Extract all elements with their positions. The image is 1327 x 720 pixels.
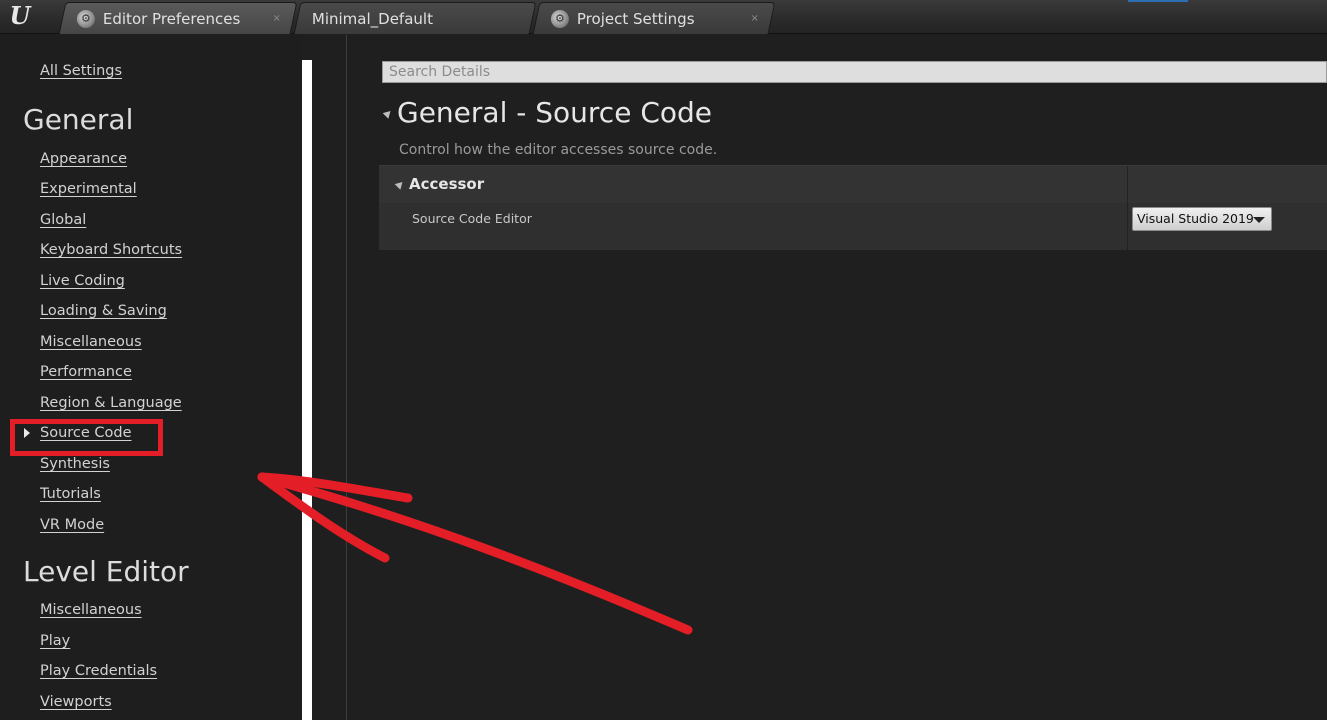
splitter[interactable] (312, 35, 347, 720)
tabbar-accent (1128, 0, 1188, 2)
sidebar-item-synthesis[interactable]: Synthesis (40, 456, 110, 472)
group-title: Accessor (409, 175, 485, 193)
page-title: General - Source Code (397, 96, 712, 129)
sidebar-item-appearance[interactable]: Appearance (40, 151, 127, 167)
close-icon[interactable]: × (273, 13, 281, 24)
property-row: Source Code Editor Visual Studio 2019 (379, 203, 1327, 250)
tab-label: Project Settings (576, 9, 695, 28)
sidebar-item-play[interactable]: Play (40, 633, 70, 649)
accessor-group: Accessor Source Code Editor Visual Studi… (379, 165, 1327, 250)
general-heading: General (23, 103, 134, 136)
panel-divider (346, 35, 347, 720)
search-input[interactable]: Search Details (382, 61, 1327, 83)
sidebar-item-level-miscellaneous[interactable]: Miscellaneous (40, 602, 142, 618)
tab-minimal-default[interactable]: Minimal_Default (293, 2, 537, 34)
dropdown-value: Visual Studio 2019 (1137, 211, 1254, 226)
tab-editor-preferences[interactable]: ⚙ Editor Preferences × (58, 2, 298, 34)
sidebar-item-viewports[interactable]: Viewports (40, 694, 112, 710)
editor-preferences-window: U ⚙ Editor Preferences × Minimal_Default… (0, 0, 1327, 720)
tab-label: Minimal_Default (311, 9, 433, 28)
all-settings-link[interactable]: All Settings (40, 63, 122, 79)
accessor-group-header[interactable]: Accessor (379, 166, 1327, 203)
tab-bar: U ⚙ Editor Preferences × Minimal_Default… (0, 0, 1327, 34)
editor-preferences-icon: ⚙ (76, 9, 95, 28)
sidebar-item-loading-saving[interactable]: Loading & Saving (40, 303, 167, 319)
property-label: Source Code Editor (412, 211, 532, 226)
collapse-triangle-icon[interactable] (382, 108, 394, 119)
tab-label: Editor Preferences (102, 9, 241, 28)
sidebar-item-performance[interactable]: Performance (40, 364, 132, 380)
collapse-triangle-icon[interactable] (394, 179, 406, 190)
sidebar-item-region-language[interactable]: Region & Language (40, 395, 182, 411)
sidebar-item-keyboard-shortcuts[interactable]: Keyboard Shortcuts (40, 242, 182, 258)
column-divider (1127, 166, 1128, 250)
source-code-editor-dropdown[interactable]: Visual Studio 2019 (1132, 207, 1272, 231)
sidebar-item-tutorials[interactable]: Tutorials (40, 486, 101, 502)
unreal-logo-icon[interactable]: U (6, 4, 32, 30)
page-description: Control how the editor accesses source c… (399, 142, 718, 158)
close-icon[interactable]: × (751, 13, 759, 24)
project-settings-icon: ⚙ (550, 9, 569, 28)
level-editor-heading: Level Editor (23, 555, 189, 588)
sidebar-scrollbar[interactable] (302, 60, 312, 720)
sidebar-item-source-code[interactable]: Source Code (40, 425, 132, 441)
sidebar-item-global[interactable]: Global (40, 212, 86, 228)
sidebar-item-miscellaneous[interactable]: Miscellaneous (40, 334, 142, 350)
sidebar-item-vr-mode[interactable]: VR Mode (40, 517, 104, 533)
sidebar-item-live-coding[interactable]: Live Coding (40, 273, 125, 289)
tab-project-settings[interactable]: ⚙ Project Settings × (532, 2, 776, 34)
sidebar-item-play-credentials[interactable]: Play Credentials (40, 663, 157, 679)
selected-arrow-icon (24, 428, 30, 438)
sidebar-item-experimental[interactable]: Experimental (40, 181, 137, 197)
chevron-down-icon (1253, 217, 1265, 223)
